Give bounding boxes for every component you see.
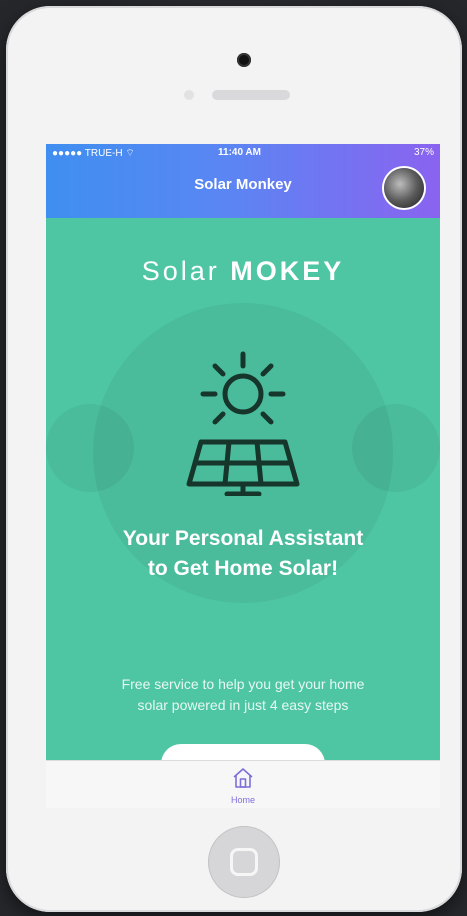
description: Free service to help you get your home s…: [76, 674, 410, 716]
app-title-bold: MOKEY: [230, 256, 345, 286]
app-title: Solar MOKEY: [46, 256, 440, 287]
earpiece-speaker: [212, 90, 290, 100]
description-line-2: solar powered in just 4 easy steps: [137, 697, 349, 713]
description-line-1: Free service to help you get your home: [121, 676, 365, 692]
tagline: Your Personal Assistant to Get Home Sola…: [86, 524, 400, 584]
home-button-square-icon: [230, 848, 258, 876]
carrier-label: ●●●●● TRUE-H ⌔: [52, 148, 135, 159]
tagline-line-1: Your Personal Assistant: [122, 527, 364, 550]
nav-title: Solar Monkey: [194, 176, 292, 193]
tab-bar: Home: [46, 760, 440, 808]
battery-level: 37%: [413, 147, 434, 158]
status-bar: ●●●●● TRUE-H ⌔ 11:40 AM 37%: [46, 144, 440, 162]
home-icon: [233, 768, 253, 788]
solar-panel-icon: [186, 351, 300, 496]
tab-home-label: Home: [230, 795, 255, 805]
proximity-sensor: [184, 90, 194, 100]
nav-bar: Solar Monkey: [46, 162, 440, 218]
tagline-line-2: to Get Home Solar!: [147, 557, 339, 580]
app-title-light: Solar: [141, 256, 220, 286]
avatar[interactable]: [384, 168, 424, 208]
device-home-button[interactable]: [208, 826, 280, 898]
app-screen: ●●●●● TRUE-H ⌔ 11:40 AM 37% Solar Monkey…: [46, 144, 440, 808]
hero-section: Solar MOKEY Your Personal Assistant to G…: [46, 218, 440, 784]
phone-frame: ●●●●● TRUE-H ⌔ 11:40 AM 37% Solar Monkey…: [6, 6, 462, 912]
front-camera: [237, 53, 251, 67]
status-time: 11:40 AM: [218, 147, 261, 158]
tab-home[interactable]: Home: [213, 765, 273, 807]
